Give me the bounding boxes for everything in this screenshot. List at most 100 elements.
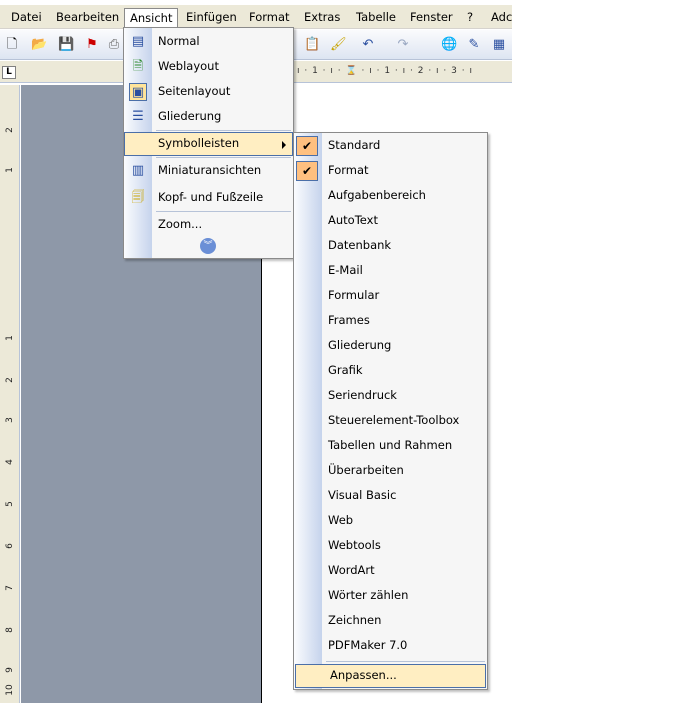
- menu-bar: Datei Bearbeiten Ansicht Einfügen Format…: [0, 5, 512, 29]
- menu-item-label: E-Mail: [328, 263, 363, 277]
- menu-item-kopf-fusszeile[interactable]: 🗐 Kopf- und Fußzeile: [124, 186, 293, 210]
- ruler-scale: ı · 1 · ı · ⌛ · ı · 1 · ı · 2 · ı · 3 · …: [297, 66, 473, 76]
- menu-item-label: Gliederung: [328, 338, 392, 352]
- hyperlink-icon[interactable]: 🌐: [441, 37, 457, 53]
- menu-item-label: Zoom...: [158, 217, 203, 231]
- menu-format[interactable]: Format: [244, 8, 295, 26]
- toolbar-item-gliederung[interactable]: Gliederung: [294, 334, 487, 358]
- menu-item-seitenlayout[interactable]: ▣ Seitenlayout: [124, 80, 293, 104]
- menu-fenster[interactable]: Fenster: [405, 8, 458, 26]
- menu-tabelle[interactable]: Tabelle: [351, 8, 401, 26]
- menu-item-label: Miniaturansichten: [158, 163, 262, 177]
- menu-item-zoom[interactable]: Zoom...: [124, 213, 293, 237]
- menu-item-label: Tabellen und Rahmen: [328, 438, 453, 452]
- menu-item-label: AutoText: [328, 213, 378, 227]
- checkmark-icon: ✔: [296, 161, 318, 181]
- ruler-number: 10: [5, 684, 15, 696]
- toolbar-item-standard[interactable]: ✔ Standard: [294, 134, 487, 158]
- toolbar-item-zeichnen[interactable]: Zeichnen: [294, 609, 487, 633]
- menu-item-gliederung[interactable]: ☰ Gliederung: [124, 105, 293, 129]
- print-icon[interactable]: ⎙: [106, 37, 122, 53]
- menu-item-weblayout[interactable]: 🗎 Weblayout: [124, 55, 293, 79]
- format-painter-icon[interactable]: 🖌: [330, 37, 347, 53]
- outline-view-icon: ☰: [132, 109, 144, 124]
- new-document-icon[interactable]: 🗋: [4, 37, 20, 53]
- toolbar-item-frames[interactable]: Frames: [294, 309, 487, 333]
- tables-borders-icon[interactable]: ✎: [466, 37, 482, 53]
- paste-icon[interactable]: 📋: [304, 37, 320, 53]
- menu-item-label: Frames: [328, 313, 370, 327]
- ruler-number: 1: [5, 167, 15, 173]
- menu-item-label: Format: [328, 163, 369, 177]
- menu-item-label: Datenbank: [328, 238, 392, 252]
- toolbar-item-datenbank[interactable]: Datenbank: [294, 234, 487, 258]
- menu-separator: [156, 157, 291, 158]
- menu-datei[interactable]: Datei: [6, 8, 47, 26]
- toolbar-item-seriendruck[interactable]: Seriendruck: [294, 384, 487, 408]
- toolbar-item-ueberarbeiten[interactable]: Überarbeiten: [294, 459, 487, 483]
- blank-area: [512, 0, 700, 703]
- menu-item-label: Seriendruck: [328, 388, 397, 402]
- ruler-number: 9: [5, 667, 15, 673]
- toolbar-item-autotext[interactable]: AutoText: [294, 209, 487, 233]
- menu-item-label: Steuerelement-Toolbox: [328, 413, 460, 427]
- tab-selector-button[interactable]: L: [2, 66, 16, 79]
- toolbar-item-aufgabenbereich[interactable]: Aufgabenbereich: [294, 184, 487, 208]
- menu-item-label: Standard: [328, 138, 381, 152]
- menu-item-label: Zeichnen: [328, 613, 382, 627]
- toolbar-item-steuerelement-toolbox[interactable]: Steuerelement-Toolbox: [294, 409, 487, 433]
- menu-extras[interactable]: Extras: [299, 8, 345, 26]
- menu-item-symbolleisten[interactable]: Symbolleisten: [124, 132, 293, 156]
- menu-bearbeiten[interactable]: Bearbeiten: [51, 8, 124, 26]
- ruler-number: 5: [5, 501, 15, 507]
- web-layout-icon: 🗎: [132, 59, 144, 74]
- toolbar-item-grafik[interactable]: Grafik: [294, 359, 487, 383]
- save-icon[interactable]: 💾: [58, 37, 74, 53]
- redo-icon[interactable]: ↷: [395, 37, 411, 53]
- menu-ansicht[interactable]: Ansicht: [124, 8, 179, 28]
- ruler-number: 4: [5, 459, 15, 465]
- menu-item-label: WordArt: [328, 563, 375, 577]
- menu-item-label: Überarbeiten: [328, 463, 404, 477]
- menu-item-label: Web: [328, 513, 354, 527]
- expand-menu-icon[interactable]: ︾: [200, 238, 216, 254]
- ruler-number: 2: [5, 377, 15, 383]
- toolbar-item-pdfmaker[interactable]: PDFMaker 7.0: [294, 634, 487, 658]
- page-layout-icon: ▣: [129, 83, 147, 101]
- menu-item-miniaturansichten[interactable]: ▥ Miniaturansichten: [124, 159, 293, 183]
- thumbnails-icon: ▥: [131, 163, 145, 178]
- open-folder-icon[interactable]: 📂: [31, 37, 47, 53]
- menu-einfuegen[interactable]: Einfügen: [181, 8, 242, 26]
- insert-table-icon[interactable]: ▦: [491, 37, 507, 53]
- ruler-number: 1: [5, 335, 15, 341]
- ruler-number: 7: [5, 585, 15, 591]
- toolbar-item-tabellen-rahmen[interactable]: Tabellen und Rahmen: [294, 434, 487, 458]
- ruler-number: 6: [5, 543, 15, 549]
- toolbar-item-woerter-zaehlen[interactable]: Wörter zählen: [294, 584, 487, 608]
- menu-item-label: Gliederung: [158, 109, 222, 123]
- ansicht-menu: ▤ Normal 🗎 Weblayout ▣ Seitenlayout ☰ Gl…: [123, 27, 294, 259]
- ruler-number: 2: [5, 127, 15, 133]
- toolbar-item-formular[interactable]: Formular: [294, 284, 487, 308]
- menu-item-label: Formular: [328, 288, 380, 302]
- toolbar-item-email[interactable]: E-Mail: [294, 259, 487, 283]
- toolbar-item-web[interactable]: Web: [294, 509, 487, 533]
- toolbar-item-wordart[interactable]: WordArt: [294, 559, 487, 583]
- toolbar-item-format[interactable]: ✔ Format: [294, 159, 487, 183]
- toolbar-item-webtools[interactable]: Webtools: [294, 534, 487, 558]
- symbolleisten-menu: ✔ Standard ✔ Format Aufgabenbereich Auto…: [293, 132, 488, 690]
- toolbar-item-visual-basic[interactable]: Visual Basic: [294, 484, 487, 508]
- menu-item-label: Aufgabenbereich: [328, 188, 426, 202]
- menu-item-label: Wörter zählen: [328, 588, 409, 602]
- undo-icon[interactable]: ↶: [360, 37, 376, 53]
- menu-help[interactable]: ?: [462, 8, 478, 26]
- menu-item-normal[interactable]: ▤ Normal: [124, 30, 293, 54]
- menu-item-label: Symbolleisten: [158, 136, 240, 150]
- vertical-ruler[interactable]: 2 1 1 2 3 4 5 6 7 8 9 10: [0, 85, 20, 703]
- pdf-icon[interactable]: ⚑: [84, 37, 100, 53]
- menu-item-label: Normal: [158, 34, 200, 48]
- normal-view-icon: ▤: [131, 34, 145, 49]
- customize-menu-item[interactable]: Anpassen...: [295, 664, 486, 688]
- word-window: Datei Bearbeiten Ansicht Einfügen Format…: [0, 0, 700, 703]
- menu-separator: [156, 211, 291, 212]
